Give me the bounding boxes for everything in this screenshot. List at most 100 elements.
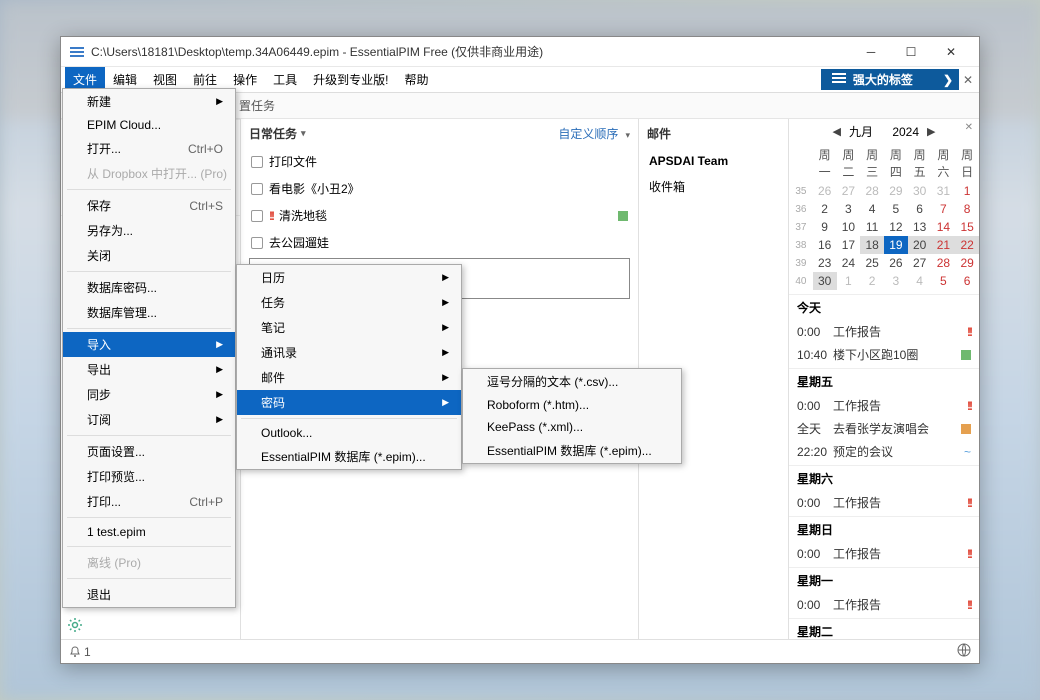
task-row[interactable]: 看电影《小丑2》 <box>241 175 638 202</box>
menu-item[interactable]: 笔记▶ <box>237 315 461 340</box>
menu-help[interactable]: 帮助 <box>396 67 436 92</box>
calendar-day[interactable]: 28 <box>932 254 956 272</box>
calendar-day[interactable]: 18 <box>860 236 884 254</box>
calendar-day[interactable]: 13 <box>908 218 932 236</box>
calendar-day[interactable]: 9 <box>813 218 837 236</box>
agenda-item[interactable]: 10:40楼下小区跑10圈 <box>789 343 979 366</box>
menu-item[interactable]: 新建▶ <box>63 89 235 114</box>
menu-item[interactable]: 导出▶ <box>63 357 235 382</box>
calendar-day[interactable]: 27 <box>837 182 861 200</box>
tasks-sort[interactable]: 自定义顺序 ▾ <box>558 125 630 142</box>
agenda-item[interactable]: 0:00工作报告!! <box>789 320 979 343</box>
calendar-day[interactable]: 21 <box>932 236 956 254</box>
agenda-item[interactable]: 22:20预定的会议~ <box>789 440 979 463</box>
calendar-day[interactable]: 10 <box>837 218 861 236</box>
menu-item[interactable]: 邮件▶ <box>237 365 461 390</box>
calendar-day[interactable]: 25 <box>860 254 884 272</box>
checkbox[interactable] <box>251 156 263 168</box>
calendar-day[interactable]: 3 <box>884 272 908 290</box>
prev-month[interactable]: ◀ <box>833 125 841 138</box>
mail-inbox[interactable]: 收件箱 <box>649 178 778 195</box>
menu-item[interactable]: 密码▶ <box>237 390 461 415</box>
menu-item[interactable]: EssentialPIM 数据库 (*.epim)... <box>237 444 461 469</box>
calendar-day[interactable]: 8 <box>955 200 979 218</box>
menu-item[interactable]: 退出 <box>63 582 235 607</box>
menu-item[interactable]: EPIM Cloud... <box>63 114 235 136</box>
calendar-day[interactable]: 6 <box>908 200 932 218</box>
menu-item[interactable]: 另存为... <box>63 218 235 243</box>
menu-tools[interactable]: 工具 <box>265 67 305 92</box>
calendar-day[interactable]: 22 <box>955 236 979 254</box>
agenda-item[interactable]: 0:00工作报告!! <box>789 593 979 616</box>
notification-bell[interactable]: 1 <box>69 645 91 659</box>
agenda-item[interactable]: 0:00工作报告!! <box>789 542 979 565</box>
gear-icon[interactable] <box>67 617 83 633</box>
calendar-day[interactable]: 4 <box>908 272 932 290</box>
calendar-day[interactable]: 5 <box>884 200 908 218</box>
menu-item[interactable]: 1 test.epim <box>63 521 235 543</box>
menu-item[interactable]: 导入▶ <box>63 332 235 357</box>
menu-item[interactable]: 关闭 <box>63 243 235 268</box>
menu-item[interactable]: 打印预览... <box>63 464 235 489</box>
calendar-day[interactable]: 20 <box>908 236 932 254</box>
calendar-day[interactable]: 26 <box>813 182 837 200</box>
menu-item[interactable]: Outlook... <box>237 422 461 444</box>
menu-item[interactable]: 数据库管理... <box>63 300 235 325</box>
calendar-day[interactable]: 2 <box>813 200 837 218</box>
menu-item[interactable]: KeePass (*.xml)... <box>463 416 681 438</box>
checkbox[interactable] <box>251 237 263 249</box>
calendar-day[interactable]: 24 <box>837 254 861 272</box>
menu-item[interactable]: 订阅▶ <box>63 407 235 432</box>
menu-item[interactable]: 页面设置... <box>63 439 235 464</box>
calendar-day[interactable]: 12 <box>884 218 908 236</box>
calendar-day[interactable]: 19 <box>884 236 908 254</box>
agenda-item[interactable]: 0:00工作报告!! <box>789 491 979 514</box>
calendar-day[interactable]: 14 <box>932 218 956 236</box>
menu-item[interactable]: EssentialPIM 数据库 (*.epim)... <box>463 438 681 463</box>
close-button[interactable]: ✕ <box>931 38 971 66</box>
globe-icon[interactable] <box>957 643 971 660</box>
calendar-day[interactable]: 11 <box>860 218 884 236</box>
calendar-day[interactable]: 16 <box>813 236 837 254</box>
task-row[interactable]: 去公园遛娃 <box>241 229 638 256</box>
menu-item[interactable]: Roboform (*.htm)... <box>463 394 681 416</box>
tag-banner-close[interactable]: ✕ <box>961 67 975 92</box>
calendar-day[interactable]: 1 <box>955 182 979 200</box>
menu-item[interactable]: 任务▶ <box>237 290 461 315</box>
calendar-day[interactable]: 29 <box>884 182 908 200</box>
calendar-day[interactable]: 28 <box>860 182 884 200</box>
task-row[interactable]: 打印文件 <box>241 148 638 175</box>
calendar-day[interactable]: 30 <box>908 182 932 200</box>
calendar-day[interactable]: 17 <box>837 236 861 254</box>
calendar-day[interactable]: 3 <box>837 200 861 218</box>
calendar-day[interactable]: 1 <box>837 272 861 290</box>
calendar-day[interactable]: 26 <box>884 254 908 272</box>
agenda-item[interactable]: 0:00工作报告!! <box>789 394 979 417</box>
menu-upgrade[interactable]: 升级到专业版! <box>305 67 396 92</box>
calendar-day[interactable]: 4 <box>860 200 884 218</box>
dropdown-icon[interactable]: ▾ <box>301 128 306 139</box>
agenda-item[interactable]: 全天去看张学友演唱会 <box>789 417 979 440</box>
tag-banner[interactable]: 强大的标签 ❯ <box>821 69 959 90</box>
calendar-day[interactable]: 27 <box>908 254 932 272</box>
calendar-day[interactable]: 30 <box>813 272 837 290</box>
calendar-day[interactable]: 6 <box>955 272 979 290</box>
task-row[interactable]: !!清洗地毯 <box>241 202 638 229</box>
mail-team[interactable]: APSDAI Team <box>649 154 778 168</box>
menu-item[interactable]: 同步▶ <box>63 382 235 407</box>
calendar-day[interactable]: 2 <box>860 272 884 290</box>
menu-item[interactable]: 数据库密码... <box>63 275 235 300</box>
calendar-day[interactable]: 31 <box>932 182 956 200</box>
menu-item[interactable]: 通讯录▶ <box>237 340 461 365</box>
menu-item[interactable]: 保存Ctrl+S <box>63 193 235 218</box>
calendar-day[interactable]: 23 <box>813 254 837 272</box>
maximize-button[interactable]: ☐ <box>891 38 931 66</box>
menu-item[interactable]: 打开...Ctrl+O <box>63 136 235 161</box>
next-month[interactable]: ▶ <box>927 125 935 138</box>
calendar-day[interactable]: 5 <box>932 272 956 290</box>
minimize-button[interactable]: ─ <box>851 38 891 66</box>
calendar-day[interactable]: 29 <box>955 254 979 272</box>
menu-item[interactable]: 打印...Ctrl+P <box>63 489 235 514</box>
menu-item[interactable]: 逗号分隔的文本 (*.csv)... <box>463 369 681 394</box>
calendar-day[interactable]: 7 <box>932 200 956 218</box>
